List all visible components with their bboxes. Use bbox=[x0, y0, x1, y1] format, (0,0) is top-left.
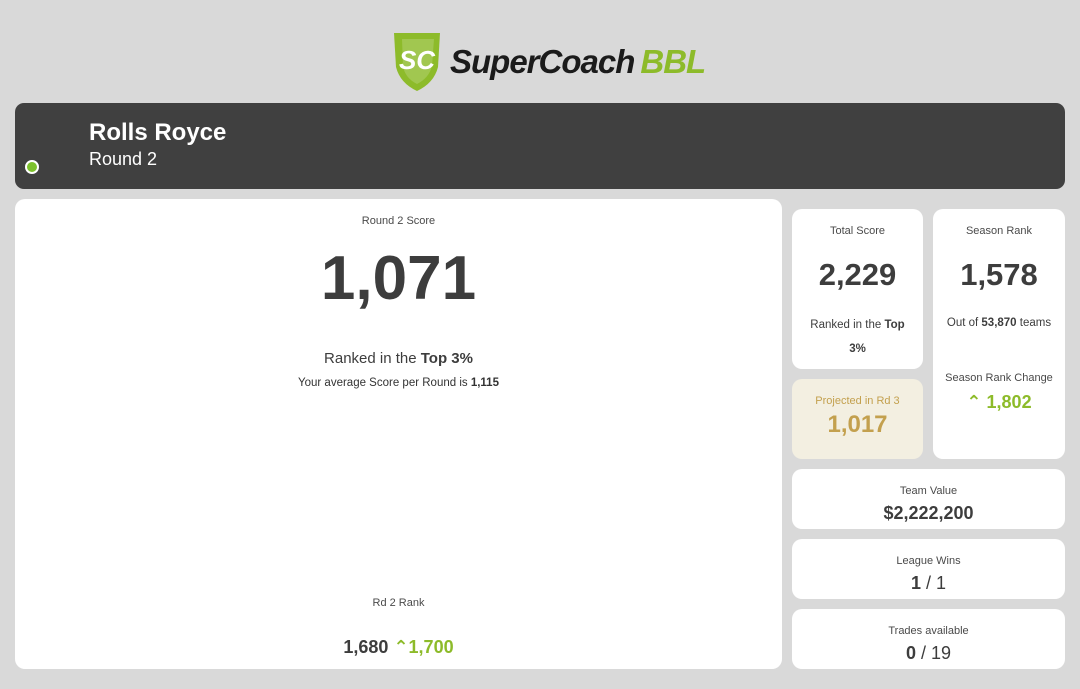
team-value-card: Team Value $2,222,200 bbox=[792, 469, 1065, 529]
league-wins-total: 1 bbox=[936, 573, 947, 593]
trades-card: Trades available 0 / 19 bbox=[792, 609, 1065, 669]
round-ranked-text: Ranked in the Top 3% bbox=[15, 350, 782, 367]
total-score-label: Total Score bbox=[829, 225, 886, 237]
logo-name: SuperCoach bbox=[450, 42, 635, 80]
out-of-suffix: teams bbox=[1016, 317, 1052, 329]
average-score-value: 1,115 bbox=[470, 377, 499, 389]
season-out-of-text: Out of 53,870 teams bbox=[933, 317, 1065, 329]
trades-separator: / bbox=[915, 643, 931, 663]
projected-card: Projected in Rd 3 1,017 bbox=[792, 379, 923, 459]
round-score-label: Round 2 Score bbox=[361, 215, 436, 227]
total-score-value: 2,229 bbox=[818, 257, 897, 292]
season-rank-label: Season Rank bbox=[965, 225, 1033, 237]
total-ranked-text: Ranked in the Top 3% bbox=[792, 313, 923, 361]
round-ranked-prefix: Ranked in the bbox=[324, 350, 421, 367]
rd-rank-change: 1,700 bbox=[408, 637, 454, 657]
trades-total: 19 bbox=[931, 643, 952, 663]
out-of-prefix: Out of bbox=[946, 317, 982, 329]
team-name: Rolls Royce bbox=[89, 119, 227, 146]
league-wins-value: 1 / 1 bbox=[792, 573, 1065, 594]
total-ranked-prefix: Ranked in the bbox=[810, 319, 885, 331]
team-header: Rolls Royce Round 2 bbox=[15, 103, 1065, 189]
average-score-prefix: Your average Score per Round is bbox=[298, 377, 471, 389]
chevron-up-icon: ⌃ bbox=[393, 637, 409, 657]
total-score-card: Total Score 2,229 Ranked in the Top 3% bbox=[792, 209, 923, 369]
season-rank-value: 1,578 bbox=[960, 257, 1038, 292]
round-label: Round 2 bbox=[89, 149, 158, 169]
team-value-amount: $2,222,200 bbox=[883, 503, 974, 523]
team-value-label: Team Value bbox=[899, 485, 958, 497]
logo-wordmark: SuperCoach BBL bbox=[450, 42, 706, 80]
round-ranked-value: Top 3% bbox=[420, 350, 473, 367]
rd-rank-label: Rd 2 Rank bbox=[372, 597, 425, 609]
season-rank-card: Season Rank 1,578 Out of 53,870 teams Se… bbox=[933, 209, 1065, 459]
chevron-up-icon: ⌃ bbox=[966, 392, 982, 412]
out-of-value: 53,870 bbox=[981, 317, 1017, 329]
projected-label: Projected in Rd 3 bbox=[815, 395, 900, 407]
league-wins-count: 1 bbox=[910, 573, 921, 593]
status-indicator bbox=[25, 160, 39, 174]
league-wins-separator: / bbox=[920, 573, 936, 593]
season-rank-change-label: Season Rank Change bbox=[945, 372, 1053, 384]
trades-label: Trades available bbox=[888, 625, 969, 637]
supercoach-bbl-logo: SC SuperCoach BBL bbox=[388, 28, 706, 94]
trades-value: 0 / 19 bbox=[792, 643, 1065, 664]
league-wins-label: League Wins bbox=[896, 555, 961, 567]
round-score-card: Round 2 Score 1,071 Ranked in the Top 3%… bbox=[15, 199, 782, 669]
rd-rank-row: 1,680 ⌃1,700 bbox=[15, 637, 782, 658]
season-rank-change-row: ⌃ 1,802 bbox=[933, 392, 1065, 413]
round-score-value: 1,071 bbox=[320, 244, 477, 313]
trades-used: 0 bbox=[905, 643, 916, 663]
svg-text:SC: SC bbox=[399, 45, 436, 75]
league-wins-card: League Wins 1 / 1 bbox=[792, 539, 1065, 599]
logo-suffix: BBL bbox=[640, 42, 706, 80]
projected-value: 1,017 bbox=[827, 411, 888, 438]
season-rank-change-value: 1,802 bbox=[986, 392, 1032, 412]
rd-rank-value: 1,680 bbox=[343, 637, 389, 657]
average-score-text: Your average Score per Round is 1,115 bbox=[15, 377, 782, 389]
sc-shield-icon: SC bbox=[394, 33, 440, 91]
